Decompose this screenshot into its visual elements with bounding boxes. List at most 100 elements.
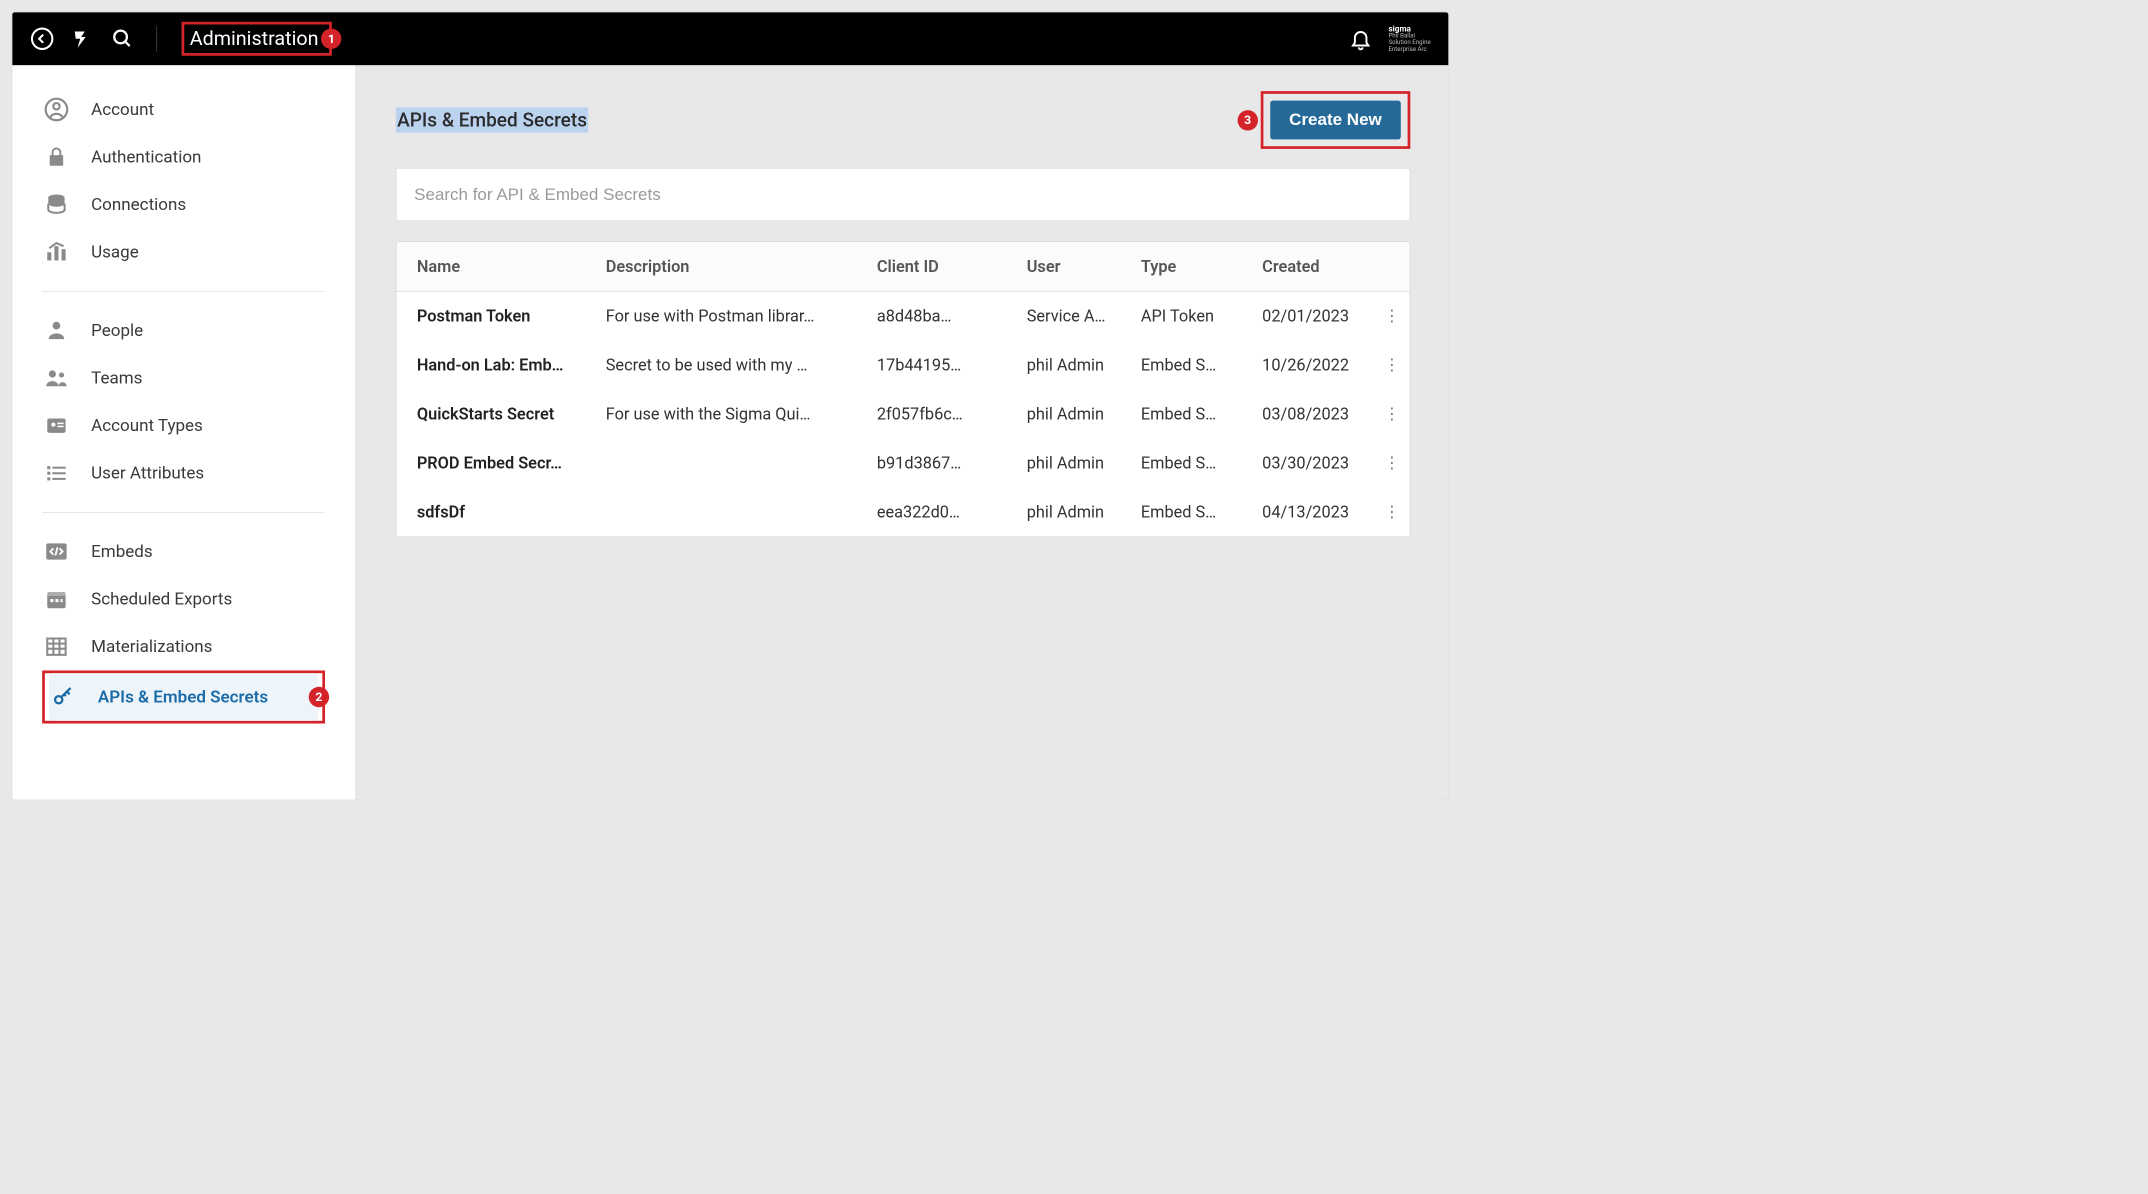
col-client-id[interactable]: Client ID [867,242,1017,291]
sidebar-item-apis-embed-secrets[interactable]: APIs & Embed Secrets [49,673,318,721]
sidebar-item-people[interactable]: People [42,307,325,355]
col-menu [1374,242,1410,291]
cell-description: For use with Postman librar… [596,291,867,340]
table-row[interactable]: QuickStarts SecretFor use with the Sigma… [396,390,1409,439]
cell-created: 03/30/2023 [1253,439,1374,488]
main-header: APIs & Embed Secrets 3 Create New [396,91,1411,149]
row-menu-icon[interactable]: ⋮ [1374,291,1410,340]
cell-user: phil Admin [1017,439,1131,488]
back-icon[interactable] [30,27,54,51]
col-name[interactable]: Name [396,242,596,291]
annotation-badge-3: 3 [1237,110,1257,130]
sidebar-item-teams[interactable]: Teams [42,354,325,402]
topbar: Administration 1 sigma Phil Ballai Solut… [12,12,1448,65]
sidebar-separator [42,291,325,292]
create-new-button[interactable]: Create New [1270,101,1401,140]
sidebar-item-connections[interactable]: Connections [42,181,325,229]
col-user[interactable]: User [1017,242,1131,291]
list-icon [42,459,71,488]
people-icon [42,364,71,393]
topbar-right: sigma Phil Ballai Solution Engine Enterp… [1349,24,1431,53]
table-row[interactable]: Postman TokenFor use with Postman librar… [396,291,1409,340]
col-description[interactable]: Description [596,242,867,291]
row-menu-icon[interactable]: ⋮ [1374,488,1410,537]
annotation-badge-2: 2 [309,687,329,707]
cell-description [596,439,867,488]
sidebar-item-label: Connections [91,195,186,215]
col-created[interactable]: Created [1253,242,1374,291]
row-menu-icon[interactable]: ⋮ [1374,341,1410,390]
app-window: Administration 1 sigma Phil Ballai Solut… [12,12,1448,799]
sidebar-item-usage[interactable]: Usage [42,228,325,276]
sidebar-item-account[interactable]: Account [42,86,325,134]
search-icon[interactable] [112,28,134,50]
bird-logo-icon[interactable] [72,28,94,50]
sidebar-item-label: People [91,321,143,341]
sidebar-item-apis-annotated: APIs & Embed Secrets 2 [42,670,325,723]
brand-user-block[interactable]: sigma Phil Ballai Solution Engine Enterp… [1388,24,1430,53]
cell-description [596,488,867,537]
cell-description: Secret to be used with my … [596,341,867,390]
sidebar-item-embeds[interactable]: Embeds [42,528,325,576]
page-title: APIs & Embed Secrets [396,107,589,132]
cell-type: Embed S… [1131,439,1252,488]
cell-name: Postman Token [396,291,596,340]
sidebar-item-account-types[interactable]: Account Types [42,402,325,450]
cell-created: 04/13/2023 [1253,488,1374,537]
cell-name: QuickStarts Secret [396,390,596,439]
secrets-table: Name Description Client ID User Type Cre… [396,241,1411,537]
sidebar-separator [42,512,325,513]
sidebar-item-label: APIs & Embed Secrets [98,687,268,707]
cell-name: Hand-on Lab: Emb… [396,341,596,390]
cell-user: phil Admin [1017,341,1131,390]
cell-client-id: 2f057fb6c… [867,390,1017,439]
cell-client-id: a8d48ba… [867,291,1017,340]
cell-type: Embed S… [1131,341,1252,390]
sidebar-item-label: Account [91,100,154,120]
page-breadcrumb-annotated: Administration 1 [182,22,333,56]
col-type[interactable]: Type [1131,242,1252,291]
user-circle-icon [42,95,71,124]
table-row[interactable]: PROD Embed Secr… b91d3867…phil AdminEmbed… [396,439,1409,488]
cell-name: PROD Embed Secr… [396,439,596,488]
table-row[interactable]: sdfsDfeea322d0…phil AdminEmbed S…04/13/2… [396,488,1409,537]
sidebar-item-label: Authentication [91,147,201,167]
person-icon [42,316,71,345]
row-menu-icon[interactable]: ⋮ [1374,390,1410,439]
lock-icon [42,143,71,172]
cell-type: Embed S… [1131,488,1252,537]
annotation-badge-1: 1 [321,29,341,49]
sidebar-item-label: User Attributes [91,463,204,483]
table-header-row: Name Description Client ID User Type Cre… [396,242,1409,291]
sidebar: Account Authentication Connections Usage [12,65,355,799]
cell-name: sdfsDf [396,488,596,537]
key-icon [49,683,78,712]
sidebar-item-user-attributes[interactable]: User Attributes [42,449,325,497]
brand-line: Enterprise Arc [1388,47,1430,54]
body: Account Authentication Connections Usage [12,65,1448,799]
id-badge-icon [42,411,71,440]
sidebar-item-scheduled-exports[interactable]: Scheduled Exports [42,575,325,623]
cell-created: 02/01/2023 [1253,291,1374,340]
sidebar-item-materializations[interactable]: Materializations [42,623,325,671]
sidebar-group-2: People Teams Account Types User Attribut… [12,307,355,497]
sidebar-item-label: Scheduled Exports [91,589,232,609]
cell-client-id: 17b44195… [867,341,1017,390]
row-menu-icon[interactable]: ⋮ [1374,439,1410,488]
sidebar-item-authentication[interactable]: Authentication [42,133,325,181]
cell-created: 10/26/2022 [1253,341,1374,390]
cell-client-id: b91d3867… [867,439,1017,488]
bell-icon[interactable] [1349,27,1372,50]
sidebar-item-label: Usage [91,242,139,262]
search-input[interactable] [414,185,1392,205]
search-box[interactable] [396,168,1411,221]
sidebar-group-3: Embeds Scheduled Exports Materialization… [12,528,355,724]
create-new-annotated: 3 Create New [1261,91,1411,149]
topbar-divider [156,26,157,52]
cell-type: API Token [1131,291,1252,340]
database-icon [42,190,71,219]
sidebar-group-1: Account Authentication Connections Usage [12,86,355,276]
cell-client-id: eea322d0… [867,488,1017,537]
cell-description: For use with the Sigma Qui… [596,390,867,439]
table-row[interactable]: Hand-on Lab: Emb…Secret to be used with … [396,341,1409,390]
